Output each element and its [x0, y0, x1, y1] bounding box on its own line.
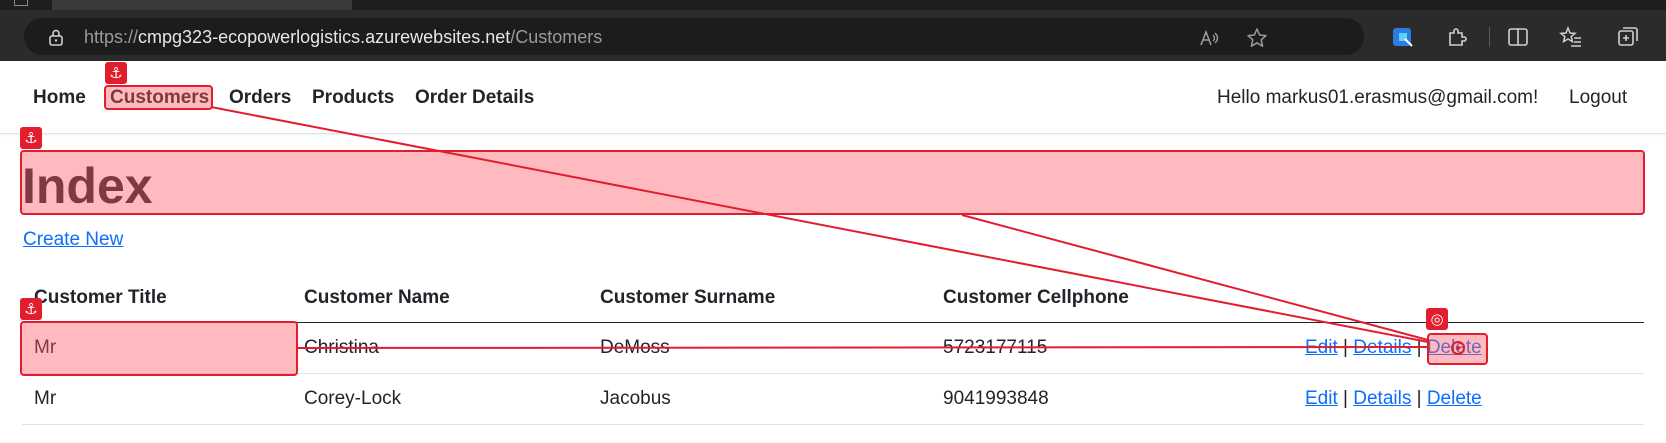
header-customer-name: Customer Name [292, 275, 588, 323]
cell-customer-surname: DeMoss [588, 322, 931, 374]
header-customer-cellphone: Customer Cellphone [931, 275, 1294, 323]
url-text: https://cmpg323-ecopowerlogistics.azurew… [84, 27, 602, 47]
nav-order-details-link[interactable]: Order Details [415, 87, 534, 109]
header-customer-title: Customer Title [22, 275, 292, 323]
customers-link-highlight [104, 85, 213, 110]
url-protocol: https:// [84, 27, 139, 47]
anchor-marker-icon: ⚓ [20, 127, 42, 149]
header-actions [1294, 275, 1644, 323]
extensions-puzzle-icon[interactable] [1445, 25, 1469, 49]
logout-link[interactable]: Logout [1569, 87, 1627, 109]
cell-customer-cellphone: 5723177115 [931, 322, 1294, 374]
details-link[interactable]: Details [1353, 337, 1411, 358]
cell-customer-name: Corey-Lock [292, 373, 588, 425]
browser-tab-strip [0, 0, 1666, 10]
create-new-link[interactable]: Create New [23, 229, 123, 251]
nav-home-link[interactable]: Home [33, 87, 86, 109]
cell-customer-title: Mr [22, 373, 292, 425]
action-separator: | [1343, 336, 1348, 358]
url-host: cmpg323-ecopowerlogistics.azurewebsites.… [138, 27, 511, 47]
favorite-star-icon[interactable] [1246, 27, 1268, 49]
header-customer-surname: Customer Surname [588, 275, 931, 323]
site-navbar: Home Customers Orders Products Order Det… [0, 61, 1666, 134]
url-path: /Customers [510, 27, 603, 47]
delete-link[interactable]: Delete [1427, 388, 1482, 409]
title-highlight [20, 150, 1645, 215]
edit-link[interactable]: Edit [1305, 388, 1338, 409]
active-browser-tab[interactable] [52, 0, 352, 10]
cell-customer-surname: Jacobus [588, 373, 931, 425]
delete-link-highlight [1427, 333, 1488, 365]
cell-customer-name: Christina [292, 322, 588, 374]
action-separator: | [1416, 336, 1422, 358]
nav-orders-link[interactable]: Orders [229, 87, 291, 109]
details-link[interactable]: Details [1353, 388, 1411, 409]
favorites-list-icon[interactable] [1559, 25, 1583, 49]
split-screen-icon[interactable] [1506, 25, 1530, 49]
cell-actions: Edit | Details | Delete [1294, 373, 1644, 425]
anchor-marker-icon: ⚓ [20, 298, 42, 320]
cell-customer-cellphone: 9041993848 [931, 373, 1294, 425]
target-marker-icon: ◎ [1426, 308, 1448, 330]
collections-icon[interactable] [1616, 25, 1640, 49]
anchor-marker-icon: ⚓ [105, 62, 127, 84]
title-cell-highlight [20, 321, 298, 376]
read-aloud-icon[interactable] [1198, 27, 1220, 49]
action-separator: | [1343, 387, 1348, 409]
address-bar[interactable]: https://cmpg323-ecopowerlogistics.azurew… [24, 18, 1364, 55]
edit-link[interactable]: Edit [1305, 337, 1338, 358]
table-row: Mr Corey-Lock Jacobus 9041993848 Edit | … [22, 373, 1644, 425]
table-header-row: Customer Title Customer Name Customer Su… [22, 275, 1644, 323]
nav-products-link[interactable]: Products [312, 87, 394, 109]
tab-actions-icon[interactable] [14, 0, 28, 6]
extension-app-icon[interactable] [1391, 25, 1415, 49]
toolbar-divider [1489, 27, 1490, 47]
lock-icon[interactable] [46, 27, 66, 47]
action-separator: | [1416, 387, 1422, 409]
browser-toolbar: https://cmpg323-ecopowerlogistics.azurew… [0, 10, 1666, 61]
user-greeting-link[interactable]: Hello markus01.erasmus@gmail.com! [1217, 87, 1538, 109]
